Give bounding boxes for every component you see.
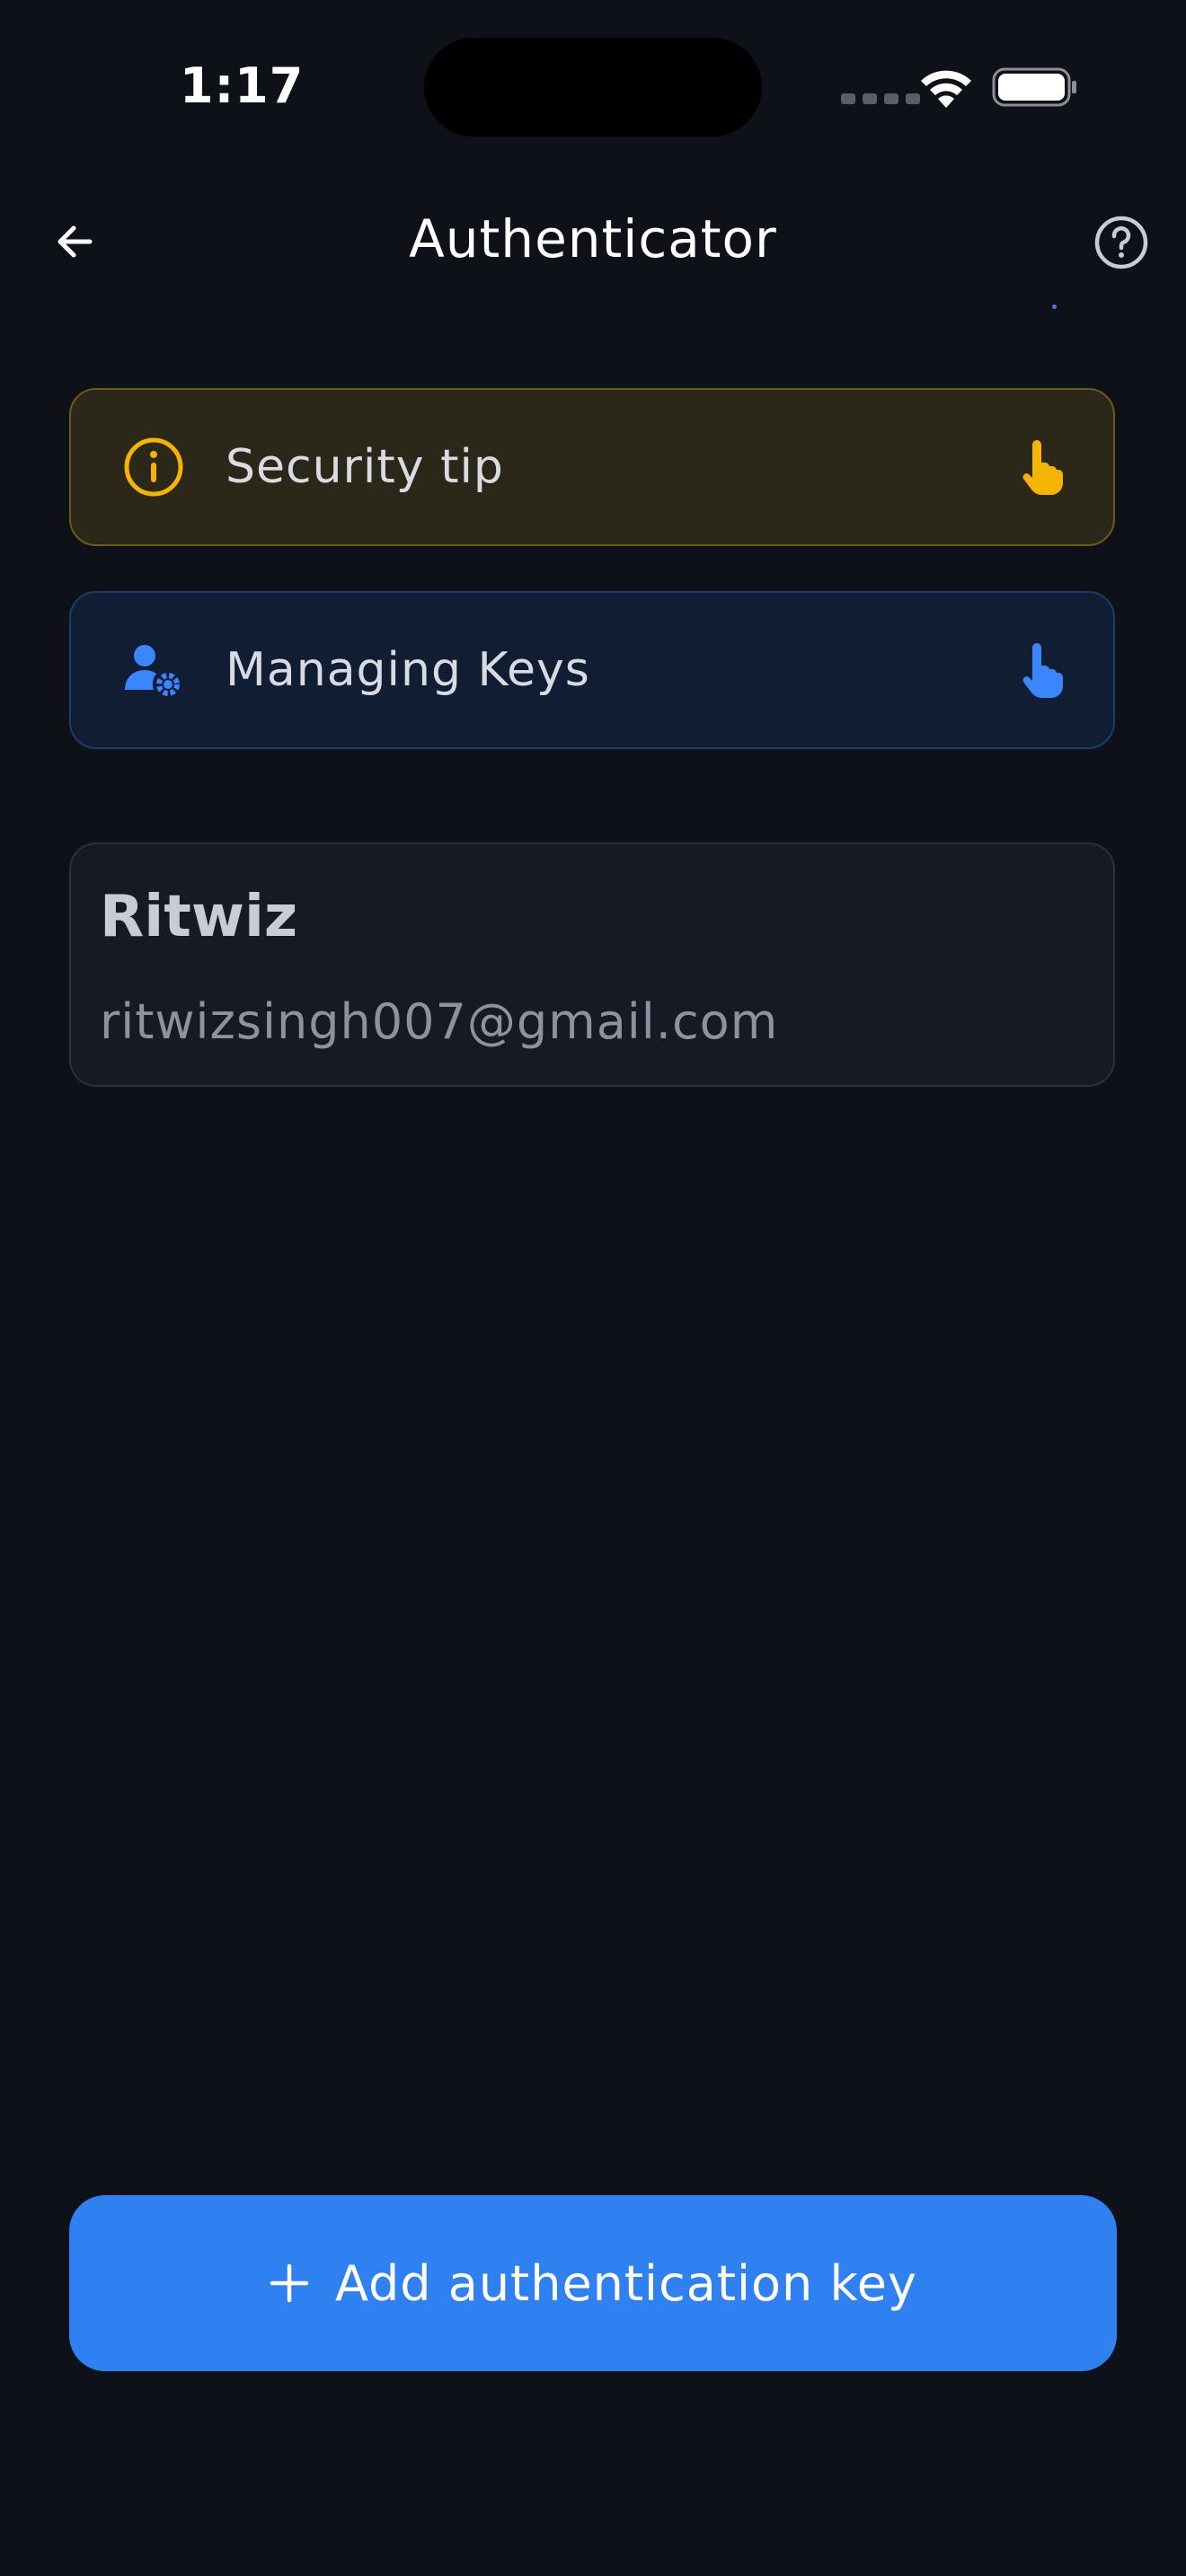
info-circle-icon: [124, 437, 183, 497]
account-name: Ritwiz: [100, 884, 298, 950]
add-authentication-key-label: Add authentication key: [335, 2254, 917, 2312]
wifi-icon: [921, 70, 971, 108]
user-gear-icon: [125, 645, 180, 696]
dynamic-island: [424, 38, 762, 137]
status-bar: 1:17: [0, 0, 1186, 171]
tap-hand-icon: [1022, 440, 1063, 495]
account-card[interactable]: Ritwiz ritwizsingh007@gmail.com: [69, 842, 1115, 1087]
tap-hand-icon: [1022, 643, 1063, 698]
account-email: ritwizsingh007@gmail.com: [100, 993, 779, 1050]
cellular-signal-icon: [841, 93, 920, 104]
security-tip-label: Security tip: [226, 440, 504, 494]
managing-keys-card[interactable]: Managing Keys: [69, 591, 1115, 749]
back-button[interactable]: [49, 214, 104, 269]
help-button[interactable]: [1093, 214, 1150, 271]
status-time: 1:17: [180, 57, 305, 114]
battery-icon: [992, 67, 1076, 107]
sparkle-dot: [1052, 304, 1057, 309]
security-tip-card[interactable]: Security tip: [69, 388, 1115, 546]
add-authentication-key-button[interactable]: Add authentication key: [69, 2195, 1117, 2371]
page-title: Authenticator: [409, 208, 777, 269]
plus-icon: [270, 2263, 309, 2303]
managing-keys-label: Managing Keys: [226, 643, 590, 697]
